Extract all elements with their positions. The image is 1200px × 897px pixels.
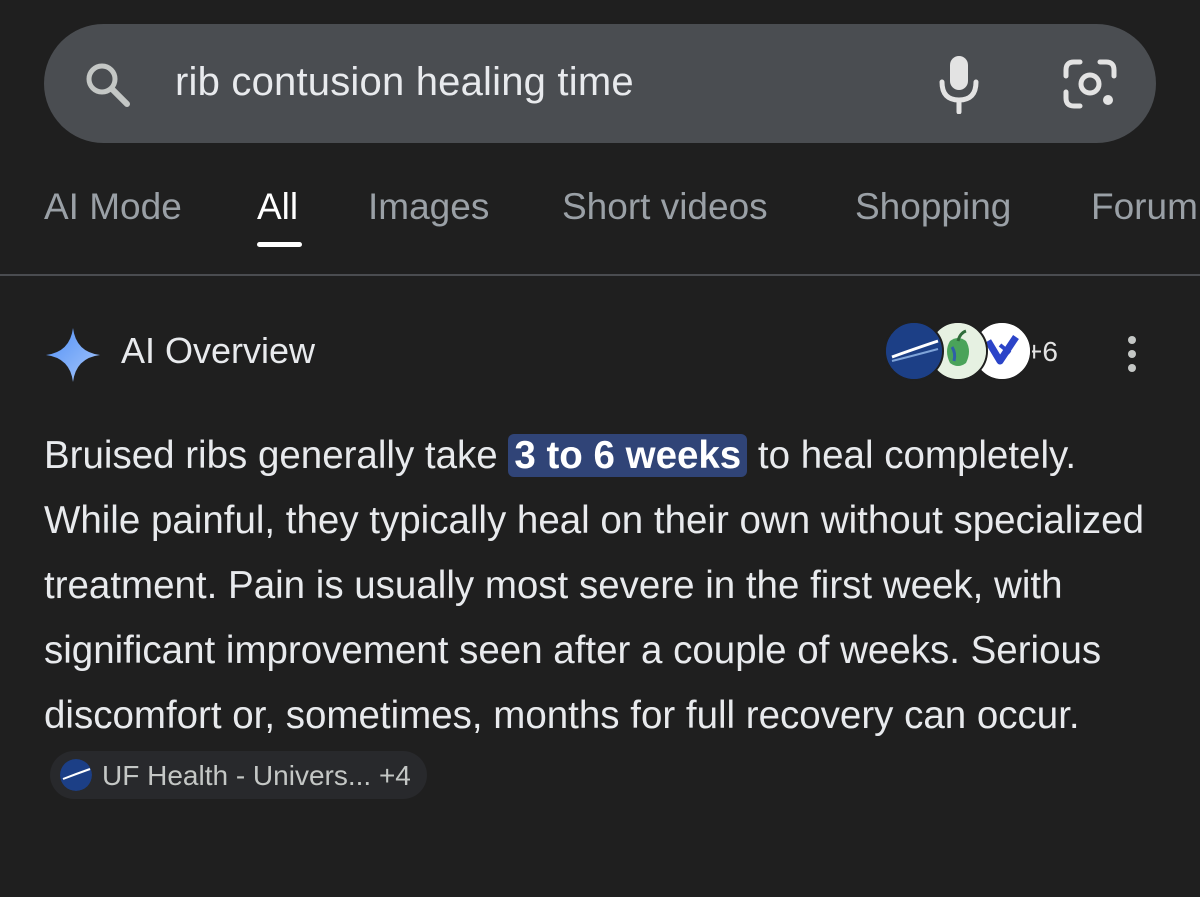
google-lens-icon[interactable] [1062,58,1118,110]
highlighted-answer: 3 to 6 weeks [508,434,748,477]
more-vert-icon[interactable] [1120,334,1144,374]
tab-all[interactable]: All [257,184,298,230]
active-tab-indicator [257,242,302,247]
source-chip[interactable]: UF Health - Univers... +4 [50,751,427,799]
tab-ai-mode[interactable]: AI Mode [44,184,182,230]
tab-images[interactable]: Images [368,184,489,230]
tab-short-videos[interactable]: Short videos [562,184,768,230]
search-input[interactable]: rib contusion healing time [175,56,634,108]
tabs-divider [0,274,1200,276]
ai-overview-title: AI Overview [121,330,316,371]
search-icon[interactable] [82,59,132,109]
search-tabs: AI Mode All Images Short videos Shopping… [0,170,1200,276]
tab-forum[interactable]: Forum [1091,184,1198,230]
uf-health-logo-icon [884,321,944,381]
mic-icon[interactable] [936,54,982,114]
source-avatars[interactable] [884,321,1032,381]
sparkle-icon [46,328,100,382]
tab-shopping[interactable]: Shopping [855,184,1011,230]
overview-text-before: Bruised ribs generally take [44,434,509,477]
source-chip-label: UF Health - Univers... [102,759,372,791]
ai-overview-text: Bruised ribs generally take 3 to 6 weeks… [44,423,1164,813]
uf-health-chip-logo-icon [60,759,92,791]
search-results-page: rib contusion healing time AI Mode All I… [0,0,1200,897]
source-chip-count: +4 [378,759,411,791]
overview-text-after: to heal completely. While painful, they … [44,434,1144,737]
